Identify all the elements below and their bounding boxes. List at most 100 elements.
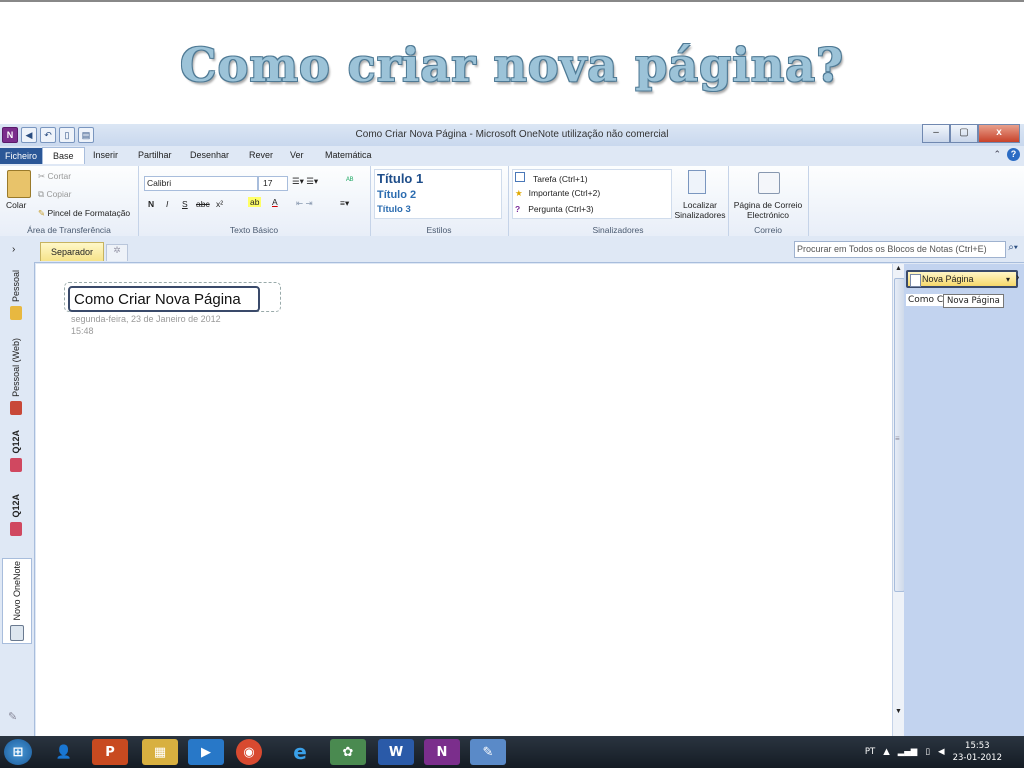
- font-color-icon[interactable]: A: [272, 197, 278, 207]
- notebook-label: Q12A: [11, 430, 21, 454]
- basic-text-group: Calibri 17 ☰▾ ☰▾ ᴬᴮ N I S abc x² ab A ⇤ …: [138, 166, 371, 236]
- battery-icon[interactable]: ▯: [925, 747, 930, 757]
- notebook-label: Novo OneNote: [12, 561, 22, 621]
- word-icon[interactable]: W: [378, 739, 414, 765]
- language-indicator[interactable]: PT: [865, 747, 875, 757]
- new-section-tab[interactable]: ✲: [106, 244, 128, 261]
- window-title: Como Criar Nova Página - Microsoft OneNo…: [355, 129, 669, 140]
- question-icon: ?: [515, 204, 521, 214]
- font-name-value: Calibri: [147, 178, 172, 188]
- network-icon[interactable]: ▂▄▆: [898, 747, 918, 757]
- paint-icon[interactable]: ✎: [470, 739, 506, 765]
- find-tags-button[interactable]: Localizar Sinalizadores: [674, 200, 726, 220]
- copy-button[interactable]: ⧉ Copiar: [38, 189, 71, 200]
- format-painter-button[interactable]: ✎ Pincel de Formatação: [38, 208, 130, 219]
- page-title-input[interactable]: Como Criar Nova Página: [68, 286, 260, 312]
- align-icon[interactable]: ≡▾: [340, 198, 349, 209]
- scroll-up-icon[interactable]: ▲: [895, 265, 902, 272]
- copy-label: Copiar: [46, 189, 72, 199]
- bullets-icon[interactable]: ☰▾ ☰▾: [292, 176, 318, 187]
- notebook-icon: [10, 400, 22, 415]
- messenger-icon[interactable]: ✿: [330, 739, 366, 765]
- font-size-select[interactable]: 17: [258, 176, 288, 191]
- email-page-button[interactable]: Página de Correio Electrónico: [732, 200, 804, 220]
- tab-math[interactable]: Matemática: [325, 150, 372, 160]
- collapse-pages-icon[interactable]: ›: [1016, 272, 1019, 283]
- checkbox-icon: [515, 172, 525, 182]
- italic-button[interactable]: I: [166, 199, 168, 209]
- styles-gallery[interactable]: Título 1 Título 2 Título 3: [374, 169, 502, 219]
- expand-nav-icon[interactable]: ›: [12, 244, 15, 255]
- font-name-select[interactable]: Calibri: [144, 176, 258, 191]
- superscript-button[interactable]: x²: [216, 199, 223, 209]
- notebook-label: Pessoal (Web): [11, 338, 21, 397]
- style-heading3[interactable]: Título 3: [377, 204, 411, 215]
- notebook-q12a-1[interactable]: Q12A: [2, 430, 30, 472]
- slide-title: Como criar nova página?: [180, 38, 844, 92]
- onenote-taskbar-icon[interactable]: N: [424, 739, 460, 765]
- scroll-grip-icon: ≡: [895, 434, 900, 443]
- tag-important-label: Importante (Ctrl+2): [528, 188, 601, 198]
- search-input[interactable]: Procurar em Todos os Blocos de Notas (Ct…: [794, 241, 1006, 258]
- spelling-icon[interactable]: ᴬᴮ: [346, 175, 353, 185]
- user-icon[interactable]: 👤: [46, 739, 82, 765]
- tags-gallery[interactable]: Tarefa (Ctrl+1) ★ Importante (Ctrl+2) ? Pe…: [512, 169, 672, 219]
- powerpoint-icon[interactable]: P: [92, 739, 128, 765]
- basic-text-group-label: Texto Básico: [229, 225, 279, 235]
- explorer-icon[interactable]: ▦: [142, 739, 178, 765]
- paste-icon[interactable]: [7, 170, 31, 198]
- minimize-button[interactable]: –: [922, 124, 950, 143]
- start-button[interactable]: ⊞: [4, 739, 32, 765]
- notebook-pessoal[interactable]: Pessoal: [2, 270, 30, 321]
- tab-insert[interactable]: Inserir: [93, 150, 118, 160]
- styles-group: Título 1 Título 2 Título 3 Estilos: [370, 166, 509, 236]
- clock[interactable]: 15:53 23-01-2012: [953, 740, 1002, 764]
- cut-label: Cortar: [47, 171, 72, 181]
- tab-file[interactable]: Ficheiro: [0, 148, 43, 164]
- bold-button[interactable]: N: [148, 199, 154, 209]
- underline-button[interactable]: S: [182, 199, 188, 209]
- tab-base[interactable]: Base: [42, 147, 85, 164]
- strikethrough-button[interactable]: abc: [196, 199, 210, 209]
- ie-icon[interactable]: e: [282, 739, 318, 765]
- section-tab-separador[interactable]: Separador: [40, 242, 105, 261]
- tag-task-label: Tarefa (Ctrl+1): [533, 174, 588, 184]
- tab-draw[interactable]: Desenhar: [190, 150, 229, 160]
- tray-arrow-icon[interactable]: ▲: [883, 747, 890, 757]
- unfiled-notes-icon[interactable]: ✎: [8, 710, 17, 723]
- notebook-label: Q12A: [11, 494, 21, 518]
- page-canvas[interactable]: Como Criar Nova Página segunda-feira, 23…: [36, 264, 892, 736]
- style-heading2[interactable]: Título 2: [377, 189, 416, 201]
- tab-review[interactable]: Rever: [249, 150, 273, 160]
- close-button[interactable]: x: [978, 124, 1020, 143]
- tag-task[interactable]: Tarefa (Ctrl+1): [515, 172, 588, 184]
- window-controls: – ▢ x: [922, 124, 1020, 143]
- maximize-button[interactable]: ▢: [950, 124, 978, 143]
- help-icon[interactable]: ?: [1007, 148, 1020, 161]
- volume-icon[interactable]: ◀: [938, 747, 945, 757]
- style-heading1[interactable]: Título 1: [377, 171, 423, 186]
- notebook-q12a-2[interactable]: Q12A: [2, 494, 30, 536]
- dropdown-arrow-icon[interactable]: ▾: [1006, 273, 1010, 287]
- find-tags-icon[interactable]: [688, 170, 706, 194]
- media-player-icon[interactable]: ▶: [188, 739, 224, 765]
- search-icon[interactable]: ⌕▾: [1008, 242, 1018, 253]
- tab-share[interactable]: Partilhar: [138, 150, 172, 160]
- notebook-novo-onenote[interactable]: Novo OneNote: [2, 558, 32, 644]
- paste-button[interactable]: Colar: [6, 200, 26, 210]
- minimize-ribbon-icon[interactable]: ⌃: [993, 149, 1001, 160]
- mail-group-label: Correio: [754, 225, 782, 235]
- tag-important[interactable]: ★ Importante (Ctrl+2): [515, 188, 600, 199]
- scroll-down-icon[interactable]: ▼: [895, 708, 902, 715]
- taskbar: ⊞ 👤 P ▦ ▶ ◉ e ✿ W N ✎ PT ▲ ▂▄▆ ▯ ◀ 15:53…: [0, 736, 1024, 768]
- notebook-icon: [10, 306, 22, 321]
- tag-question[interactable]: ? Pergunta (Ctrl+3): [515, 204, 594, 214]
- cut-button[interactable]: ✂ Cortar: [38, 171, 71, 182]
- indent-icon[interactable]: ⇤ ⇥: [296, 198, 313, 209]
- email-page-icon[interactable]: [758, 172, 780, 194]
- highlight-icon[interactable]: ab: [248, 197, 262, 207]
- tab-view[interactable]: Ver: [290, 150, 304, 160]
- new-page-button[interactable]: Nova Página ▾: [906, 270, 1018, 288]
- chrome-icon[interactable]: ◉: [236, 739, 262, 765]
- notebook-pessoal-web[interactable]: Pessoal (Web): [2, 338, 30, 415]
